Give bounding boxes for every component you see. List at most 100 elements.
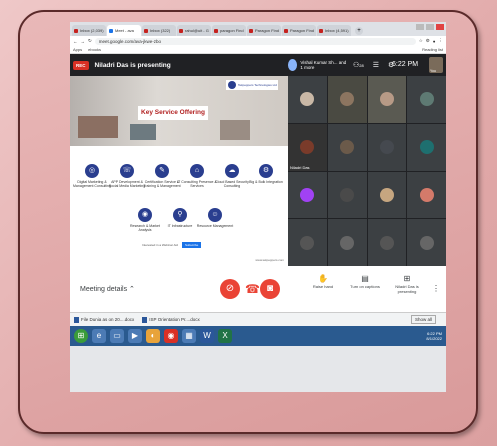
self-view: You (429, 57, 443, 73)
more-options-icon[interactable]: ⋮ (432, 284, 440, 293)
service-icon: ☏ (120, 164, 134, 178)
download-item[interactable]: ISP Orientation Pr....docx (142, 316, 200, 323)
service-icon: ✎ (155, 164, 169, 178)
participant-tile[interactable] (367, 171, 407, 219)
bookmark-apps[interactable]: Apps (73, 47, 82, 52)
forward-arrow-icon[interactable]: → (81, 39, 86, 44)
star-icon[interactable]: ☆ (419, 38, 423, 44)
minimize-button[interactable] (416, 24, 424, 30)
recording-badge: REC (73, 60, 89, 70)
excel-icon[interactable]: X (218, 329, 232, 343)
participant-tile[interactable] (367, 123, 407, 171)
browser-tab[interactable]: Paragon Find (247, 25, 281, 36)
browser-tab[interactable]: rahul@uit - G (177, 25, 211, 36)
meet-window: REC Niladri Das is presenting Vishal Kum… (70, 54, 446, 312)
browser-tab[interactable]: Inbox (322) (142, 25, 176, 36)
service-item: ⌂ IT Consulting Presence & Services (177, 164, 217, 188)
raise-hand-button[interactable]: ✋ Raise hand (306, 274, 340, 289)
participant-tile[interactable] (288, 171, 327, 219)
service-item: ⚙ Big & Bulk Integration (246, 164, 286, 184)
close-button[interactable] (436, 24, 444, 30)
people-icon[interactable]: ⚇28 (353, 61, 364, 69)
back-arrow-icon[interactable]: ← (73, 39, 78, 44)
avatar (300, 140, 315, 155)
participant-tile[interactable] (288, 219, 327, 266)
ie-icon[interactable]: e (92, 329, 106, 343)
avatar (300, 92, 315, 107)
maximize-button[interactable] (426, 24, 434, 30)
windows-taskbar: ⊞ e ▭ ▶ ◐ ◉ ▦ W X 6:22 PM 8/1/2022 (70, 326, 446, 346)
extensions-icon[interactable]: ⚙ (426, 38, 430, 44)
meet-top-icons: ⚇28 ☰ ⚙ (353, 61, 394, 69)
word-doc-icon (74, 316, 79, 323)
menu-icon[interactable]: ⋮ (439, 38, 444, 44)
download-item[interactable]: File Dunia as on 20....docx (74, 316, 134, 323)
chrome-icon[interactable]: ◉ (164, 329, 178, 343)
mic-off-icon: ⊘ (225, 283, 235, 294)
slide-background: Inbox (2,039) Meet - ava Inbox (322) rah… (0, 0, 497, 446)
reload-icon[interactable]: ↻ (88, 38, 92, 44)
folder-icon[interactable]: ▭ (110, 329, 124, 343)
service-icon: ⌂ (190, 164, 204, 178)
browser-tab[interactable]: paragon Find (212, 25, 246, 36)
url-input[interactable]: meet.google.com/ava-jkwe-zbo (94, 37, 416, 45)
participant-tile[interactable] (407, 123, 446, 171)
office-icon[interactable]: ▦ (182, 329, 196, 343)
presenter-button[interactable]: ⊞ Niladri Das is presenting (390, 274, 424, 294)
browser-screenshot: Inbox (2,039) Meet - ava Inbox (322) rah… (70, 22, 446, 392)
participant-tile[interactable] (407, 171, 446, 219)
avatar (300, 235, 315, 250)
chevron-up-icon: ⌃ (129, 286, 135, 293)
chat-icon[interactable]: ☰ (373, 61, 379, 69)
window-controls (416, 24, 444, 30)
show-all-button[interactable]: Show all (410, 315, 436, 324)
word-doc-icon (142, 316, 148, 323)
avatar (379, 140, 394, 155)
company-logo: Tekpeppers Technologies Ltd (226, 80, 278, 90)
profile-icon[interactable]: ● (433, 39, 436, 44)
table-image (130, 124, 156, 140)
captions-button[interactable]: ▤ Turn on captions (348, 274, 382, 289)
mic-off-button[interactable]: ⊘ (220, 279, 240, 299)
participant-tile[interactable] (327, 171, 367, 219)
camera-off-icon: ◙ (266, 283, 274, 294)
new-tab-button[interactable]: + (355, 27, 363, 35)
browser-tab-active[interactable]: Meet - ava (107, 25, 141, 36)
participant-grid: Niladri Das (288, 76, 446, 266)
participant-tile[interactable] (327, 123, 367, 171)
meeting-details-button[interactable]: Meeting details ⌃ (80, 285, 135, 293)
participant-tile[interactable] (327, 219, 367, 266)
participant-tile[interactable]: Niladri Das (288, 123, 327, 171)
participant-tile[interactable] (367, 219, 407, 266)
bookmark-ebooks[interactable]: ebooks (88, 47, 101, 52)
participant-tile[interactable] (367, 76, 407, 123)
word-icon[interactable]: W (200, 329, 214, 343)
avatar (288, 59, 298, 71)
host-pill[interactable]: Vishal Kumar Sh... and 1 more (288, 56, 348, 74)
avatar (419, 140, 434, 155)
leave-call-button[interactable]: ☎ (245, 282, 260, 296)
meet-clock: 6:22 PM (392, 61, 419, 68)
start-button[interactable]: ⊞ (74, 329, 88, 343)
browser-tab[interactable]: Inbox (4,591) (317, 25, 351, 36)
service-item: ⚲ IT Infrastructure (160, 208, 200, 228)
participant-tile[interactable] (407, 219, 446, 266)
camera-off-button[interactable]: ◙ (260, 279, 280, 299)
browser-tab[interactable]: Inbox (2,039) (72, 25, 106, 36)
page-icon (284, 28, 288, 33)
presentation-slide: Tekpeppers Technologies Ltd Key Service … (70, 76, 288, 266)
media-icon[interactable]: ▶ (128, 329, 142, 343)
participant-tile[interactable] (327, 76, 367, 123)
service-icon: ☁ (225, 164, 239, 178)
subscribe-button[interactable]: Subscribe (181, 242, 202, 248)
participant-tile[interactable] (288, 76, 327, 123)
participant-tile[interactable] (407, 76, 446, 123)
browser-tab[interactable]: Paragon Find (282, 25, 316, 36)
reading-list[interactable]: Reading list (422, 47, 443, 52)
meet-top-bar: REC Niladri Das is presenting Vishal Kum… (70, 54, 446, 76)
bookmarks-bar: Apps ebooks Reading list (70, 46, 446, 54)
service-item: ☺ Resource Management (195, 208, 235, 228)
firefox-icon[interactable]: ◐ (146, 329, 160, 343)
page-icon (249, 28, 253, 33)
gmail-icon (319, 28, 323, 33)
